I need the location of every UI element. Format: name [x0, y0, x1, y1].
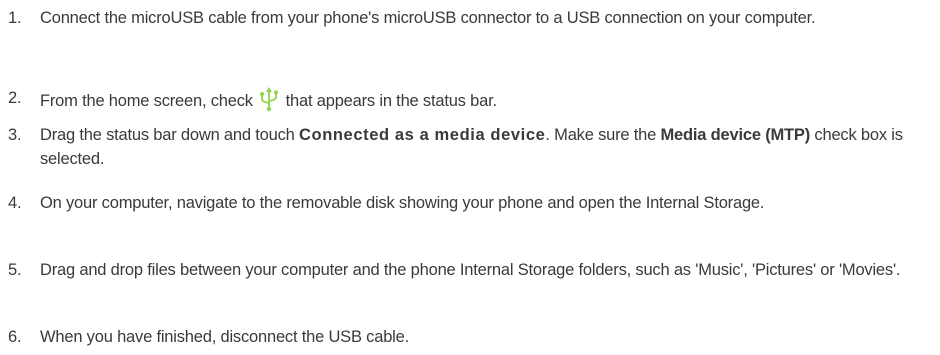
step-text: From the home screen, check that appears… — [40, 86, 932, 113]
step-text-part: Drag the status bar down and touch — [40, 126, 299, 144]
step-number: 6. — [8, 328, 22, 346]
step-3: 3. Drag the status bar down and touch Co… — [0, 123, 932, 171]
step-4: 4. On your computer, navigate to the rem… — [0, 191, 932, 215]
step-number: 2. — [8, 89, 22, 107]
step-number: 1. — [8, 9, 22, 27]
bold-label: Connected as a media device — [299, 126, 546, 144]
step-text: Drag the status bar down and touch Conne… — [40, 123, 932, 171]
step-text: Connect the microUSB cable from your pho… — [40, 9, 816, 27]
step-text: Drag and drop files between your compute… — [40, 261, 901, 279]
step-2: 2. From the home screen, check that appe… — [0, 86, 932, 113]
step-5: 5. Drag and drop files between your comp… — [0, 258, 932, 282]
step-text: When you have finished, disconnect the U… — [40, 328, 410, 346]
step-number: 4. — [8, 194, 22, 212]
step-text: On your computer, navigate to the remova… — [40, 194, 765, 212]
step-text-part: . Make sure the — [545, 126, 661, 144]
step-number: 3. — [8, 126, 22, 144]
step-6: 6. When you have finished, disconnect th… — [0, 325, 932, 349]
bold-label: Media device (MTP) — [660, 126, 811, 144]
step-1: 1. Connect the microUSB cable from your … — [0, 6, 932, 30]
step-text-before-icon: From the home screen, check — [40, 92, 253, 110]
step-text-after-icon: that appears in the status bar. — [285, 92, 497, 110]
step-number: 5. — [8, 261, 22, 279]
usb-icon — [258, 86, 280, 112]
